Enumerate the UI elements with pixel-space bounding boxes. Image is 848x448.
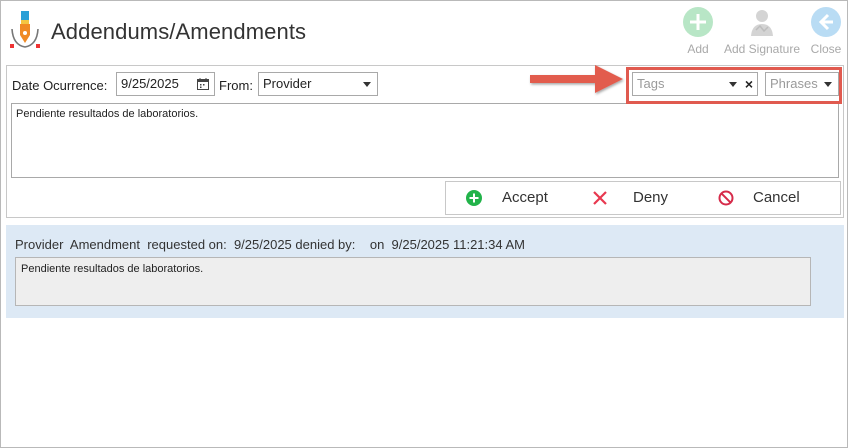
date-ocurrence-value: 9/25/2025 bbox=[121, 76, 179, 91]
amendment-summary: Provider Amendment requested on: 9/25/20… bbox=[15, 237, 526, 252]
add-signature-button[interactable]: Add Signature bbox=[721, 7, 803, 56]
plus-circle-icon bbox=[466, 190, 482, 206]
plus-circle-icon bbox=[683, 7, 713, 37]
from-select[interactable]: Provider bbox=[258, 72, 378, 96]
no-entry-icon bbox=[718, 190, 734, 206]
accept-label: Accept bbox=[502, 189, 548, 206]
add-label: Add bbox=[687, 42, 709, 56]
add-signature-label: Add Signature bbox=[723, 42, 801, 56]
date-ocurrence-input[interactable]: 9/25/2025 bbox=[116, 72, 215, 96]
x-icon bbox=[593, 191, 607, 205]
close-label: Close bbox=[810, 42, 842, 56]
chevron-down-icon[interactable] bbox=[363, 82, 371, 87]
from-label: From: bbox=[219, 78, 253, 93]
arrow-left-circle-icon bbox=[811, 7, 841, 37]
action-bar: Accept Deny Cancel bbox=[445, 181, 841, 215]
calendar-icon[interactable] bbox=[197, 78, 209, 90]
close-button[interactable]: Close bbox=[809, 7, 843, 56]
addendums-window: Addendums/Amendments Add Add Signature C… bbox=[0, 0, 848, 448]
date-ocurrence-label: Date Ocurrence: bbox=[12, 78, 108, 93]
deny-button[interactable]: Deny bbox=[578, 182, 710, 214]
person-signature-icon bbox=[751, 10, 773, 36]
add-button[interactable]: Add bbox=[681, 7, 715, 56]
pen-nib-icon bbox=[10, 11, 40, 48]
page-title: Addendums/Amendments bbox=[51, 19, 307, 44]
from-value: Provider bbox=[263, 76, 312, 91]
accept-button[interactable]: Accept bbox=[446, 182, 578, 214]
cancel-label: Cancel bbox=[753, 189, 800, 206]
amendment-entry: Provider Amendment requested on: 9/25/20… bbox=[6, 225, 844, 318]
deny-label: Deny bbox=[633, 189, 669, 206]
amendment-note: Pendiente resultados de laboratorios. bbox=[15, 257, 811, 306]
tags-phrases-highlight bbox=[626, 67, 842, 104]
cancel-button[interactable]: Cancel bbox=[710, 182, 840, 214]
addendum-text-input[interactable]: Pendiente resultados de laboratorios. bbox=[11, 103, 839, 178]
callout-arrow-icon bbox=[530, 65, 623, 93]
